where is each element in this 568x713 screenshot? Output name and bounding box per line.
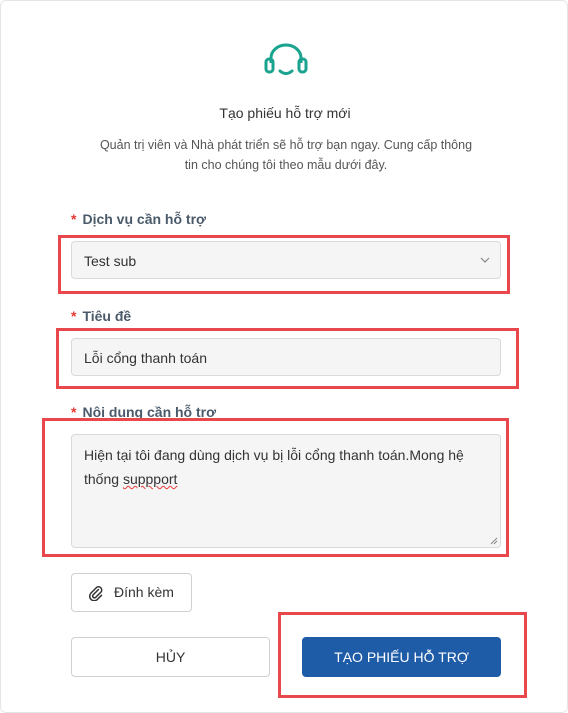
attach-button[interactable]: Đính kèm [71, 573, 192, 612]
subject-label: * Tiêu đề [71, 308, 131, 324]
paperclip-icon [88, 586, 103, 601]
service-label-text: Dịch vụ cần hỗ trợ [82, 211, 206, 227]
headset-icon [264, 43, 308, 75]
cancel-button[interactable]: HỦY [71, 637, 270, 677]
subject-highlight-box [56, 328, 519, 389]
subject-label-text: Tiêu đề [82, 308, 132, 324]
content-highlight-box [42, 418, 509, 557]
dialog-subtitle: Quản trị viên và Nhà phát triển sẽ hỗ tr… [99, 138, 473, 172]
dialog-title: Tạo phiếu hỗ trợ mới [219, 105, 351, 121]
required-mark: * [71, 211, 77, 227]
service-highlight-box [58, 235, 510, 294]
attach-button-label: Đính kèm [114, 584, 174, 600]
required-mark: * [71, 308, 77, 324]
submit-highlight-box [278, 612, 527, 698]
service-label: * Dịch vụ cần hỗ trợ [71, 211, 206, 227]
